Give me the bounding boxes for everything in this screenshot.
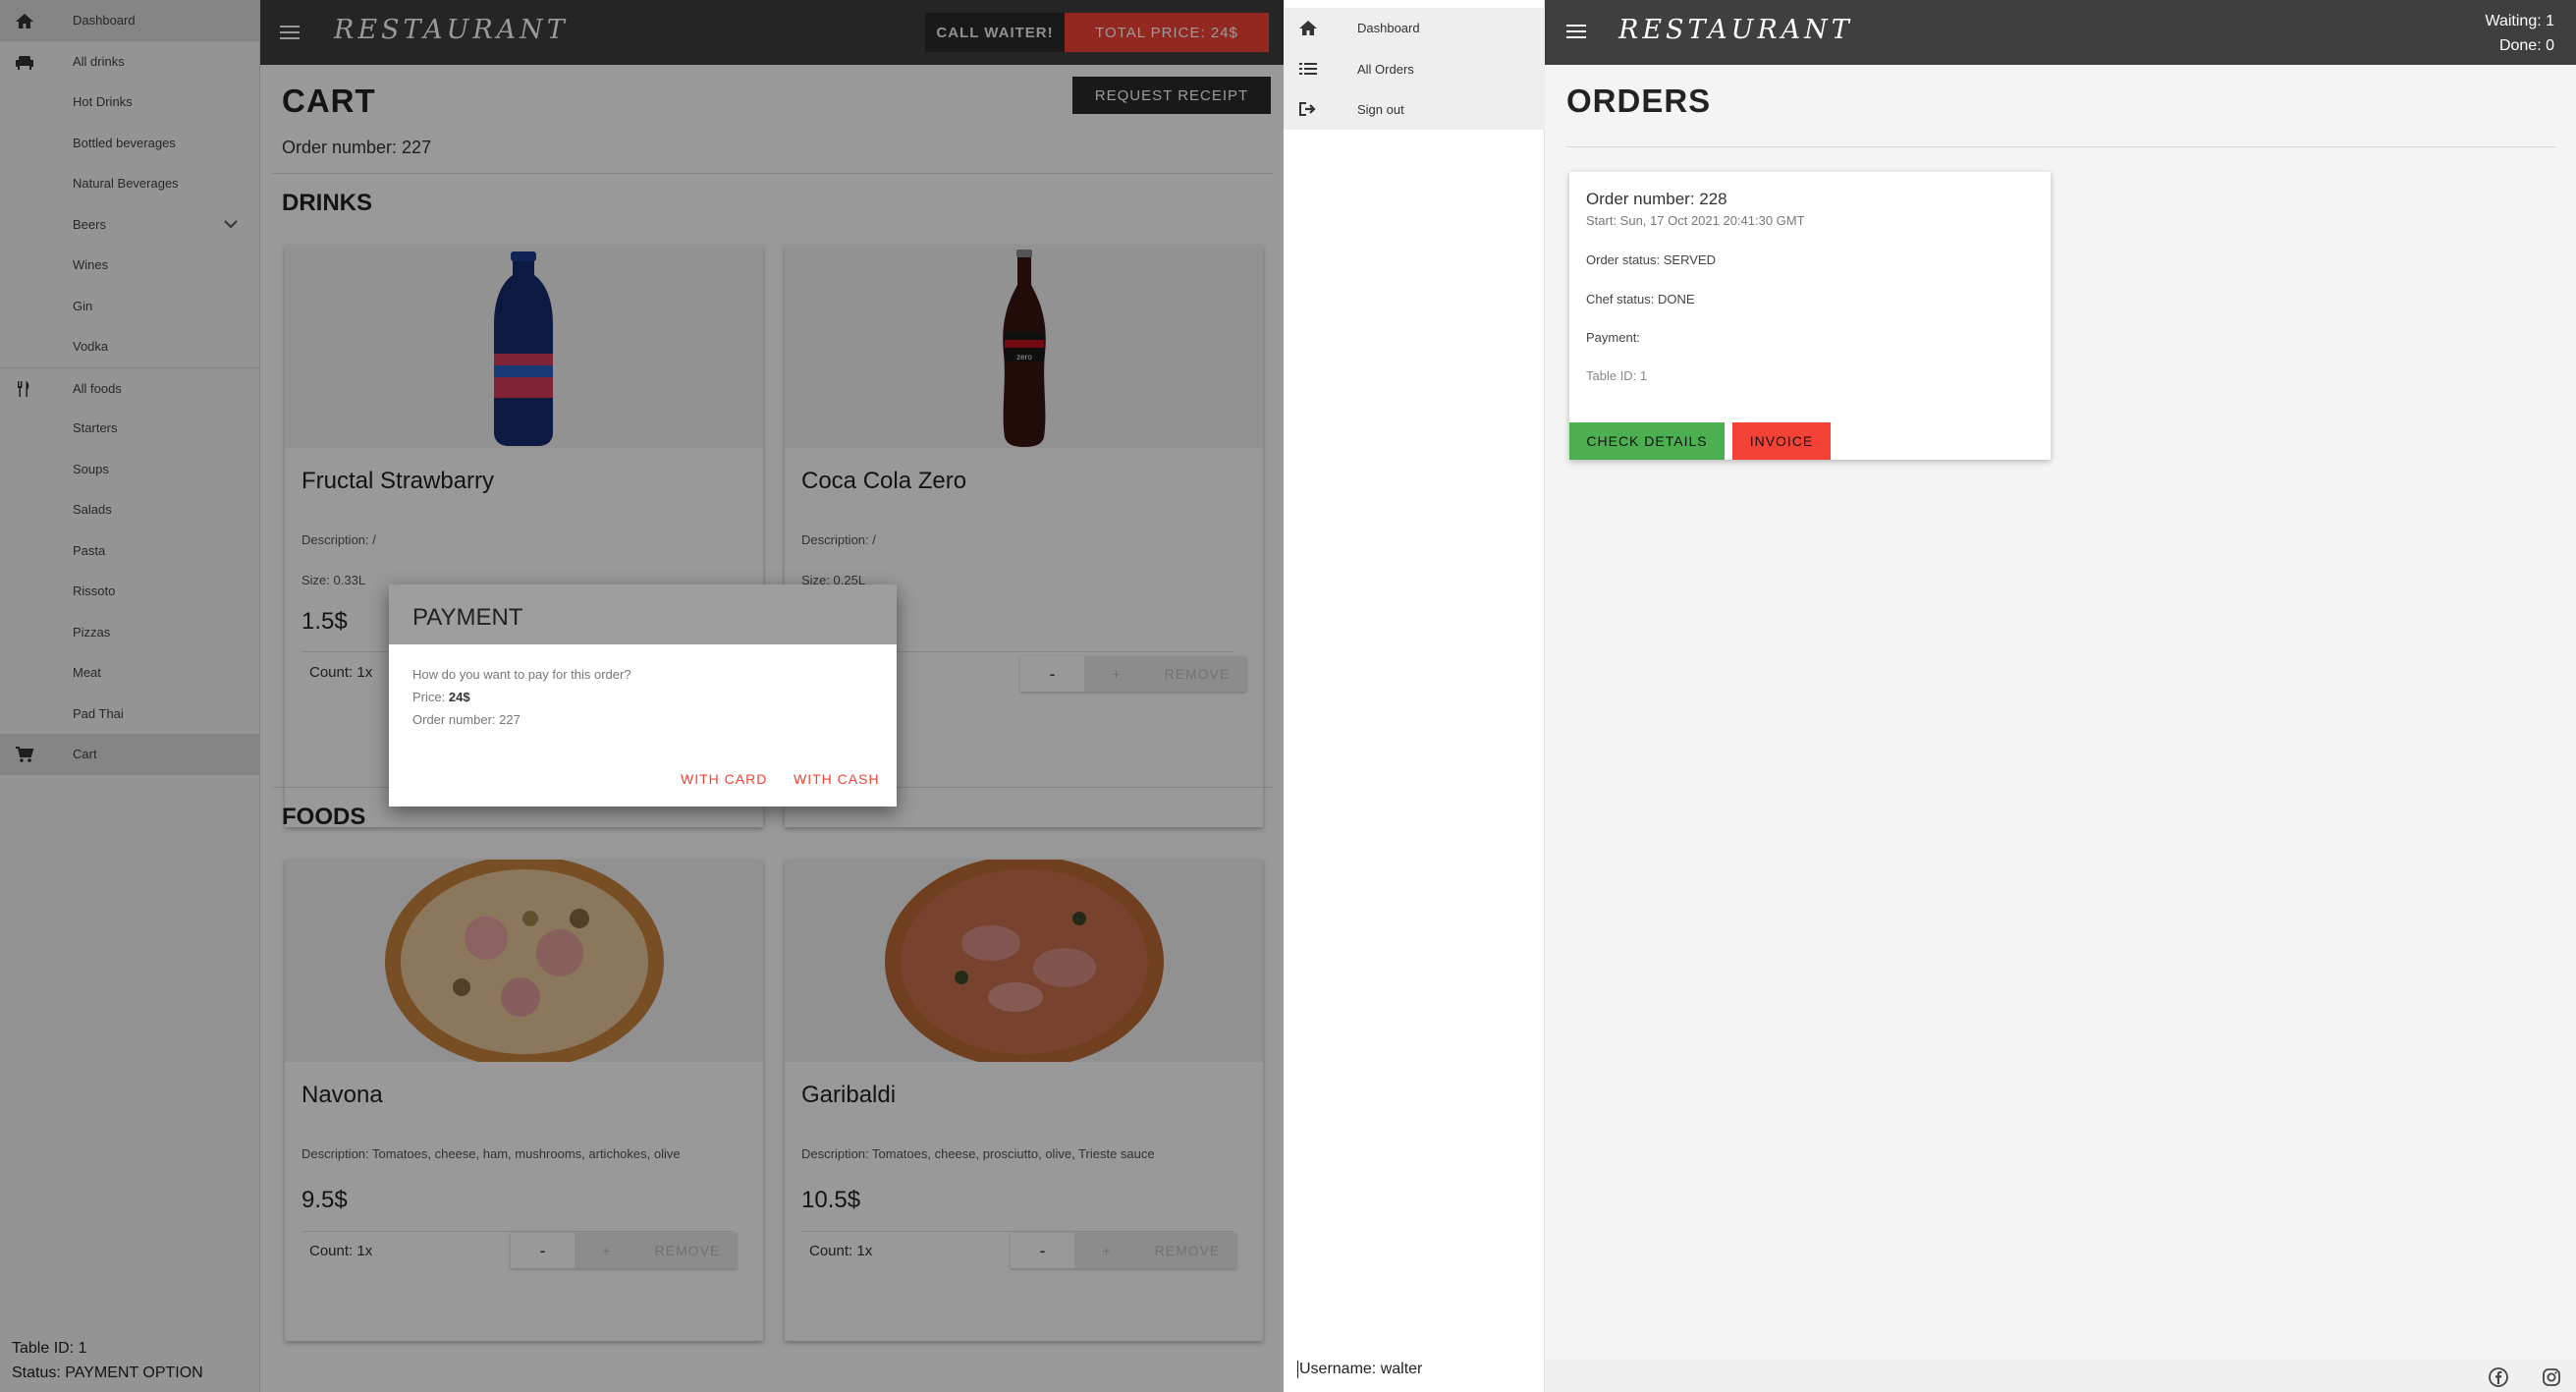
order-table-id: Table ID: 1 [1586, 368, 1648, 383]
facebook-icon[interactable] [2489, 1367, 2508, 1387]
sidebar-item-label: All Orders [1357, 61, 1414, 77]
page-title: ORDERS [1566, 83, 1712, 119]
order-number: Order number: 228 [1586, 190, 1727, 208]
right-sidebar: Dashboard All Orders Sign out Username: … [1284, 0, 1545, 1392]
order-status: Order status: SERVED [1586, 252, 1716, 267]
sign-out-icon [1298, 100, 1318, 118]
menu-icon[interactable] [1566, 25, 1586, 38]
payment-order-number: Order number: 227 [412, 712, 521, 727]
dialog-title: PAYMENT [412, 604, 523, 631]
chef-status: Chef status: DONE [1586, 292, 1695, 306]
payment-price: Price: 24$ [412, 690, 470, 704]
list-icon [1298, 60, 1318, 78]
sidebar-item-label: Dashboard [1357, 21, 1420, 35]
customer-app-window: Dashboard All drinks Hot Drinks Bottled … [0, 0, 1284, 1392]
orders-page: ORDERS Order number: 228 Start: Sun, 17 … [1545, 65, 2576, 1360]
order-card: Order number: 228 Start: Sun, 17 Oct 202… [1569, 172, 2051, 460]
sidebar-nav: Dashboard All Orders Sign out [1284, 8, 1545, 130]
waiter-app-window: Dashboard All Orders Sign out Username: … [1284, 0, 2576, 1392]
username-label: Username: walter [1297, 1361, 1423, 1378]
sidebar-item-dashboard[interactable]: Dashboard [1284, 8, 1545, 49]
price-value: 24$ [448, 690, 470, 704]
dialog-header: PAYMENT [389, 585, 897, 644]
price-label: Price: [412, 690, 446, 704]
pay-with-card-button[interactable]: WITH CARD [681, 771, 767, 787]
payment-status: Payment: [1586, 330, 1640, 345]
pay-with-cash-button[interactable]: WITH CASH [794, 771, 880, 787]
restaurant-logo: RESTAURANT [1618, 15, 1853, 45]
payment-question: How do you want to pay for this order? [412, 667, 631, 682]
payment-dialog: PAYMENT How do you want to pay for this … [389, 585, 897, 807]
order-counters: Waiting: 1 Done: 0 [2485, 9, 2554, 58]
home-icon [1298, 19, 1318, 36]
sidebar-item-sign-out[interactable]: Sign out [1284, 89, 1545, 131]
order-start-time: Start: Sun, 17 Oct 2021 20:41:30 GMT [1586, 213, 1805, 228]
sidebar-item-label: Sign out [1357, 102, 1404, 117]
check-details-button[interactable]: CHECK DETAILS [1569, 422, 1725, 460]
divider [1566, 146, 2556, 147]
invoice-button[interactable]: INVOICE [1732, 422, 1831, 460]
instagram-icon[interactable] [2542, 1367, 2561, 1387]
waiting-count: Waiting: 1 [2485, 13, 2554, 29]
top-app-bar: RESTAURANT Waiting: 1 Done: 0 [1545, 0, 2576, 65]
page-footer [1545, 1360, 2576, 1392]
sidebar-item-all-orders[interactable]: All Orders [1284, 49, 1545, 90]
done-count: Done: 0 [2498, 37, 2554, 54]
